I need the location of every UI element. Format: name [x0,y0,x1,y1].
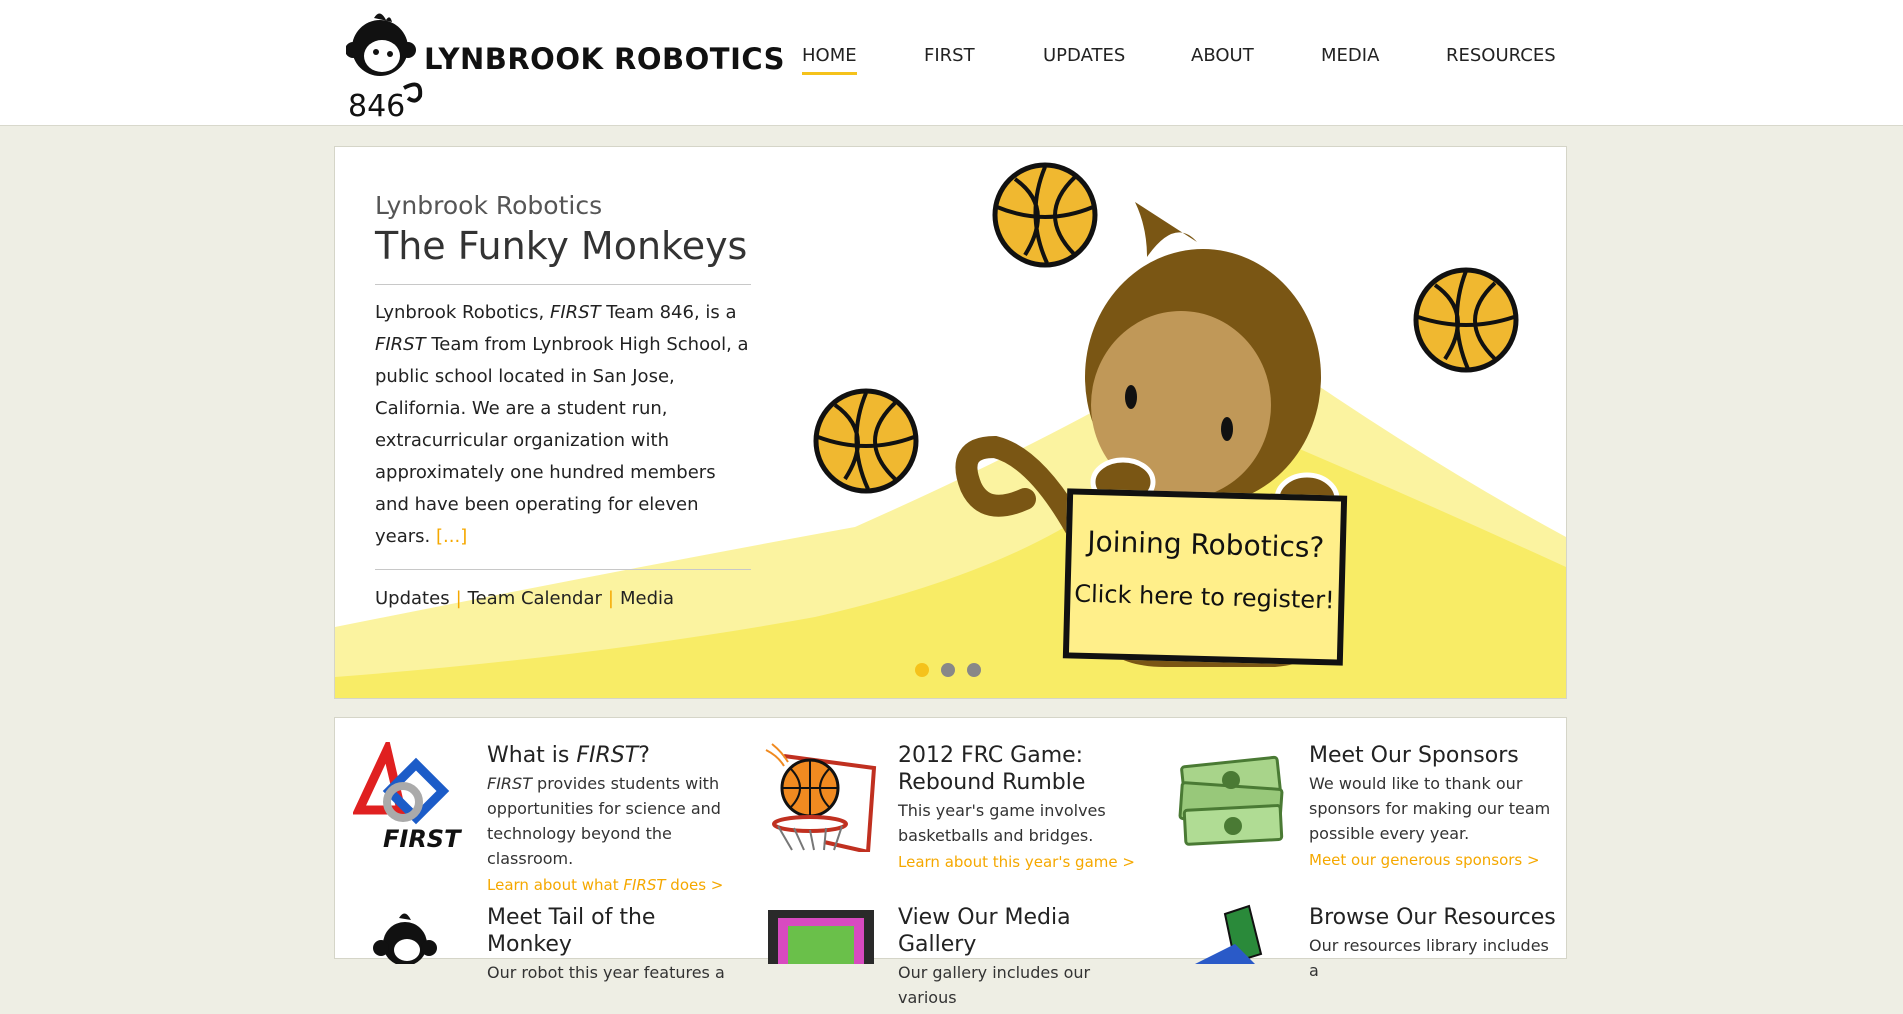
card-description: Our resources library includes a [1309,936,1549,980]
basketball-icon [992,162,1098,268]
read-more-link[interactable]: [...] [436,526,467,547]
card-description: We would like to thank our sponsors for … [1309,774,1551,843]
nav-resources[interactable]: RESOURCES [1446,45,1556,72]
card-description: Our robot this year features a [487,963,725,982]
hero-title: The Funky Monkeys [375,224,748,268]
card-description: Our gallery includes our various [898,963,1091,1007]
hero-description: Lynbrook Robotics, FIRST Team 846, is a … [375,302,749,547]
nav-media[interactable]: MEDIA [1321,45,1379,72]
nav-about[interactable]: ABOUT [1191,45,1254,72]
card-title: 2012 FRC Game: Rebound Rumble [898,743,1086,795]
basketball-hoop-icon [764,742,882,855]
hero-links: Updates | Team Calendar | Media [375,588,675,609]
nav-home[interactable]: HOME [802,45,857,75]
card-description: This year's game involves basketballs an… [898,801,1106,845]
media-link[interactable]: Media [620,588,674,609]
register-sign-button[interactable]: Joining Robotics? Click here to register… [1062,488,1348,666]
card-title: Meet Our Sponsors [1309,743,1519,768]
divider [375,284,751,285]
basketball-icon [1413,267,1519,373]
hero-intro: Lynbrook Robotics The Funky Monkeys Lynb… [375,191,751,609]
slide-dot-1[interactable] [915,663,929,677]
learn-first-link[interactable]: Learn about what FIRST does > [487,873,737,897]
nav-first[interactable]: FIRST [924,45,975,72]
logo-text: LYNBROOK ROBOTICS [424,42,786,76]
books-icon [1175,904,1293,1014]
card-title: Browse Our Resources [1309,905,1556,930]
divider [375,569,751,570]
svg-text:846: 846 [348,89,405,120]
feature-panel: FIRST What is FIRST? FIRST provides stud… [334,717,1567,1007]
monkey-icon [353,904,471,1014]
updates-link[interactable]: Updates [375,588,450,609]
team-calendar-link[interactable]: Team Calendar [468,588,602,609]
svg-text:FIRST: FIRST [383,825,462,852]
card-title: Meet Tail of the Monkey [487,905,656,957]
hero-slider: Lynbrook Robotics The Funky Monkeys Lynb… [334,146,1567,699]
hero-subtitle: Lynbrook Robotics [375,191,603,220]
money-stack-icon [1175,742,1293,852]
slide-dot-2[interactable] [941,663,955,677]
site-header: 846 LYNBROOK ROBOTICS HOME FIRST UPDATES… [0,0,1903,126]
monkey-logo-icon: 846 [345,13,423,124]
slider-dots [915,662,993,681]
card-description: FIRST provides students with opportuniti… [487,774,721,868]
picture-frames-icon [764,904,882,1014]
basketball-icon [813,388,919,494]
first-logo-icon: FIRST [351,736,471,853]
card-title: What is FIRST? [487,743,650,768]
sign-cta: Click here to register! [1073,579,1336,615]
sign-heading: Joining Robotics? [1086,524,1325,565]
nav-updates[interactable]: UPDATES [1043,45,1125,72]
card-title: View Our Media Gallery [898,905,1071,957]
site-logo[interactable]: 846 LYNBROOK ROBOTICS [345,8,785,124]
sponsors-link[interactable]: Meet our generous sponsors > [1309,848,1559,872]
slide-dot-3[interactable] [967,663,981,677]
learn-game-link[interactable]: Learn about this year's game > [898,850,1148,874]
